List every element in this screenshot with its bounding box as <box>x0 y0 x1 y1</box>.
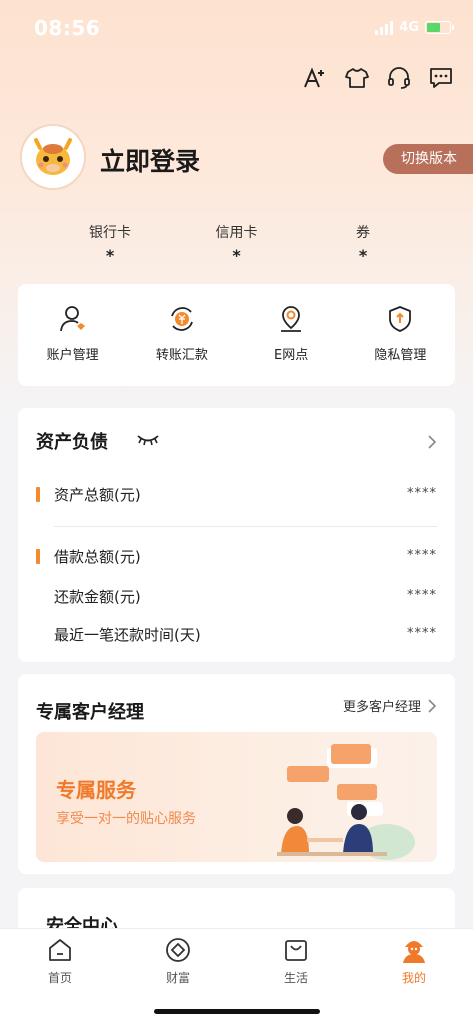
stat-value: * <box>232 246 241 265</box>
stat-label: 信用卡 <box>215 225 258 241</box>
asset-row-last-repayment[interactable]: 最近一笔还款时间(天) **** <box>36 624 437 646</box>
tshirt-icon[interactable] <box>343 64 371 92</box>
profile-icon <box>401 937 427 963</box>
message-icon[interactable] <box>427 64 455 92</box>
battery-icon <box>425 21 454 34</box>
profile-header: 立即登录 切换版本 <box>20 124 473 194</box>
asset-label: 最近一笔还款时间(天) <box>54 626 201 644</box>
tab-label: 生活 <box>283 971 308 985</box>
stat-value: * <box>105 246 115 265</box>
login-button[interactable]: 立即登录 <box>100 142 200 178</box>
account-stats: 银行卡 * 信用卡 * 券 * <box>60 222 413 265</box>
tab-bar: 首页 财富 生活 我的 <box>0 928 473 1024</box>
stat-value: * <box>358 246 368 265</box>
quick-actions-card: 账户管理 转账汇款 E网点 隐私管理 <box>18 284 455 386</box>
wealth-icon <box>165 937 191 963</box>
tab-label: 财富 <box>165 971 190 985</box>
shield-icon <box>385 304 415 334</box>
row-marker <box>36 487 40 502</box>
switch-version-button[interactable]: 切换版本 <box>383 144 473 174</box>
avatar[interactable] <box>20 124 86 190</box>
quick-account-management[interactable]: 账户管理 <box>28 304 118 386</box>
asset-label: 还款金额(元) <box>54 588 141 606</box>
quick-e-outlet[interactable]: E网点 <box>246 304 336 386</box>
stat-label: 券 <box>356 225 370 241</box>
asset-value: **** <box>407 548 437 563</box>
location-icon <box>276 304 306 334</box>
status-bar: 08:56 4G <box>0 0 473 56</box>
exclusive-service-banner[interactable]: 专属服务 享受一对一的贴心服务 <box>36 732 437 862</box>
status-indicators: 4G <box>375 20 454 35</box>
account-icon <box>58 304 88 334</box>
tab-wealth[interactable]: 财富 <box>148 937 208 986</box>
signal-icon <box>375 20 394 35</box>
quick-transfer[interactable]: 转账汇款 <box>137 304 227 386</box>
tab-life[interactable]: 生活 <box>266 937 326 986</box>
more-managers-link[interactable]: 更多客户经理 <box>343 696 421 715</box>
top-toolbar <box>301 64 455 92</box>
banner-title: 专属服务 <box>56 778 136 802</box>
stat-coupon[interactable]: 券 * <box>313 222 413 265</box>
manager-title: 专属客户经理 <box>36 702 144 723</box>
quick-label: E网点 <box>274 348 309 363</box>
asset-value: **** <box>407 486 437 501</box>
transfer-icon <box>167 304 197 334</box>
tab-home[interactable]: 首页 <box>30 937 90 986</box>
stat-credit-card[interactable]: 信用卡 * <box>187 222 287 265</box>
assets-card: 资产负债 资产总额(元) **** 借款总额(元) **** 还款金额(元) *… <box>18 408 455 662</box>
quick-privacy-management[interactable]: 隐私管理 <box>355 304 445 386</box>
asset-label: 借款总额(元) <box>54 548 141 566</box>
row-marker <box>36 549 40 564</box>
shopping-bag-icon <box>283 937 309 963</box>
asset-value: **** <box>407 626 437 641</box>
quick-label: 隐私管理 <box>374 348 427 363</box>
status-time: 08:56 <box>34 16 101 40</box>
asset-value: **** <box>407 588 437 603</box>
asset-label: 资产总额(元) <box>54 486 141 504</box>
asset-row-total-assets[interactable]: 资产总额(元) **** <box>36 484 437 506</box>
banner-subtitle: 享受一对一的贴心服务 <box>56 811 196 827</box>
quick-label: 转账汇款 <box>155 348 208 363</box>
chevron-right-icon[interactable] <box>427 434 437 454</box>
stat-label: 银行卡 <box>89 225 131 241</box>
network-type: 4G <box>399 20 419 35</box>
home-icon <box>47 937 73 963</box>
font-size-icon[interactable] <box>301 64 329 92</box>
quick-label: 账户管理 <box>46 348 99 363</box>
divider <box>54 526 437 527</box>
tab-label: 我的 <box>401 971 426 985</box>
headset-icon[interactable] <box>385 64 413 92</box>
stat-bank-card[interactable]: 银行卡 * <box>60 222 160 265</box>
asset-row-total-loans[interactable]: 借款总额(元) **** <box>36 546 437 568</box>
eye-closed-icon[interactable] <box>136 432 160 451</box>
chevron-right-icon[interactable] <box>427 698 437 718</box>
service-illustration <box>247 742 417 862</box>
assets-title: 资产负债 <box>36 432 108 453</box>
manager-card: 专属客户经理 更多客户经理 专属服务 享受一对一的贴心服务 <box>18 674 455 874</box>
home-indicator <box>154 1009 320 1014</box>
tab-label: 首页 <box>47 971 72 985</box>
tab-mine[interactable]: 我的 <box>384 937 444 986</box>
asset-row-repayment-amount[interactable]: 还款金额(元) **** <box>36 586 437 608</box>
